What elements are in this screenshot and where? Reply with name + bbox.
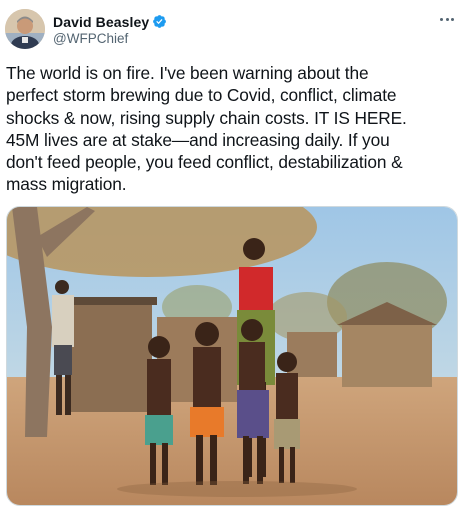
verified-badge-icon: [153, 15, 167, 28]
more-options-icon[interactable]: [436, 10, 458, 28]
tweet-card: David Beasley @WFPChief The world is on …: [0, 0, 471, 511]
author-handle[interactable]: @WFPChief: [53, 31, 128, 46]
avatar-photo: [5, 9, 45, 49]
dot: [445, 17, 449, 21]
dot: [451, 17, 454, 21]
author-name-row: David Beasley: [53, 12, 167, 31]
author-display-name[interactable]: David Beasley: [53, 14, 149, 30]
author-avatar[interactable]: [5, 9, 45, 49]
photo-children-village: [7, 207, 457, 505]
tweet-photo[interactable]: [6, 206, 458, 506]
tweet-text: The world is on fire. I've been warning …: [6, 63, 407, 195]
dot: [440, 17, 443, 21]
